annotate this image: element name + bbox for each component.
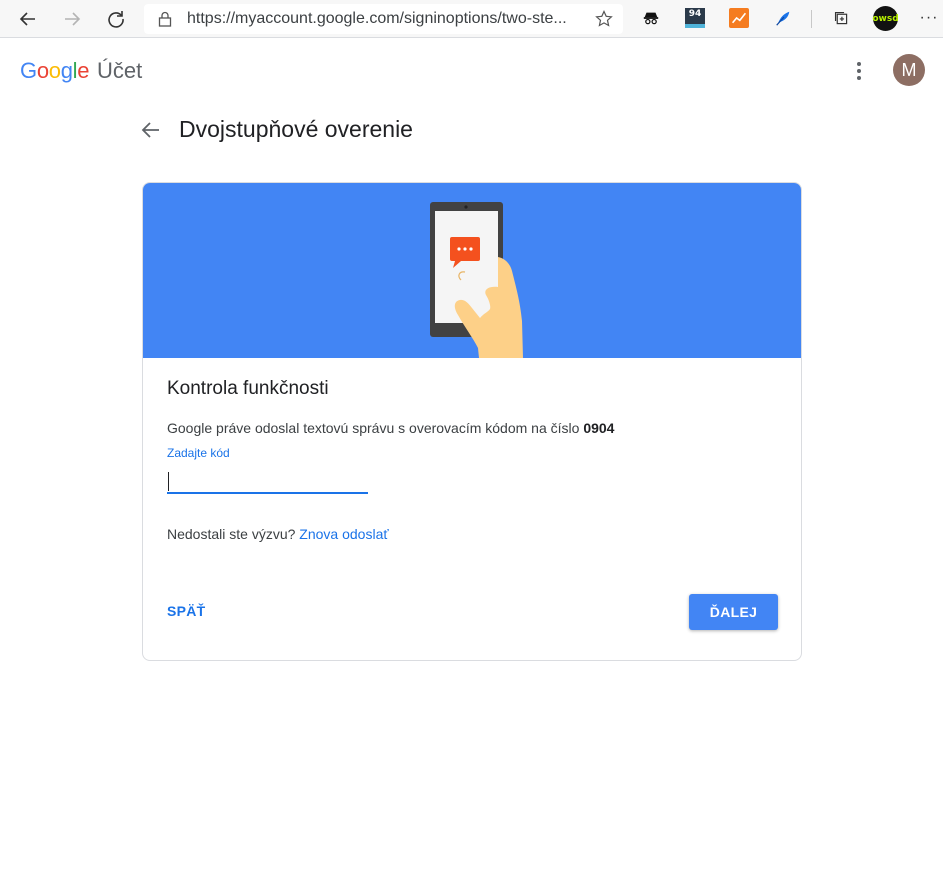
phone-illustration-banner	[143, 183, 801, 358]
star-icon[interactable]	[595, 10, 613, 28]
refresh-icon	[108, 11, 124, 28]
next-button[interactable]: ĎALEJ	[689, 594, 778, 630]
page-title: Dvojstupňové overenie	[179, 116, 413, 142]
logo-letter: o	[36, 58, 49, 83]
phone-suffix: 0904	[583, 420, 615, 436]
more-options-icon[interactable]	[848, 59, 870, 83]
back-arrow-icon[interactable]	[140, 119, 162, 141]
sms-description: Google práve odoslal textovú správu s ov…	[167, 420, 614, 436]
profile-extension-icon[interactable]: owsd	[872, 6, 899, 31]
logo-letter: G	[20, 58, 37, 83]
resend-link[interactable]: Znova odoslať	[299, 526, 388, 542]
back-nav-button[interactable]	[13, 4, 43, 34]
back-button[interactable]: SPÄŤ	[157, 595, 216, 627]
chart-extension-icon[interactable]	[729, 8, 749, 28]
phone-sms-illustration	[430, 202, 523, 358]
logo-letter: e	[77, 58, 90, 83]
extension-94-icon[interactable]: 94	[685, 8, 705, 28]
forward-nav-button[interactable]	[57, 4, 87, 34]
verification-card: Kontrola funkčnosti Google práve odoslal…	[142, 182, 802, 661]
resend-row: Nedostali ste výzvu? Znova odoslať	[167, 526, 389, 542]
product-name: Účet	[97, 58, 143, 83]
code-field-label: Zadajte kód	[167, 446, 230, 460]
description-text: Google práve odoslal textovú správu s ov…	[167, 420, 580, 436]
logo-letter: o	[48, 58, 61, 83]
lock-icon	[158, 11, 172, 27]
address-bar[interactable]: https://myaccount.google.com/signinoptio…	[144, 4, 623, 34]
arrow-left-icon	[19, 12, 35, 26]
account-header: Google Účet M	[0, 39, 943, 101]
avatar[interactable]: M	[893, 54, 925, 86]
arrow-right-icon	[65, 12, 81, 26]
incognito-extension-icon[interactable]	[641, 8, 661, 28]
text-caret	[168, 472, 169, 491]
url-text: https://myaccount.google.com/signinoptio…	[187, 10, 567, 27]
refresh-button[interactable]	[101, 4, 131, 34]
toolbar-divider	[811, 10, 812, 28]
resend-prompt: Nedostali ste výzvu?	[167, 526, 296, 542]
browser-menu-icon[interactable]: ···	[918, 6, 940, 30]
feather-extension-icon[interactable]	[773, 8, 793, 28]
card-title: Kontrola funkčnosti	[167, 378, 329, 399]
browser-toolbar: https://myaccount.google.com/signinoptio…	[0, 0, 943, 38]
code-input[interactable]	[167, 468, 368, 494]
logo-letter: g	[60, 58, 73, 83]
collections-icon[interactable]	[831, 8, 851, 28]
google-logo[interactable]: Google	[20, 58, 89, 84]
